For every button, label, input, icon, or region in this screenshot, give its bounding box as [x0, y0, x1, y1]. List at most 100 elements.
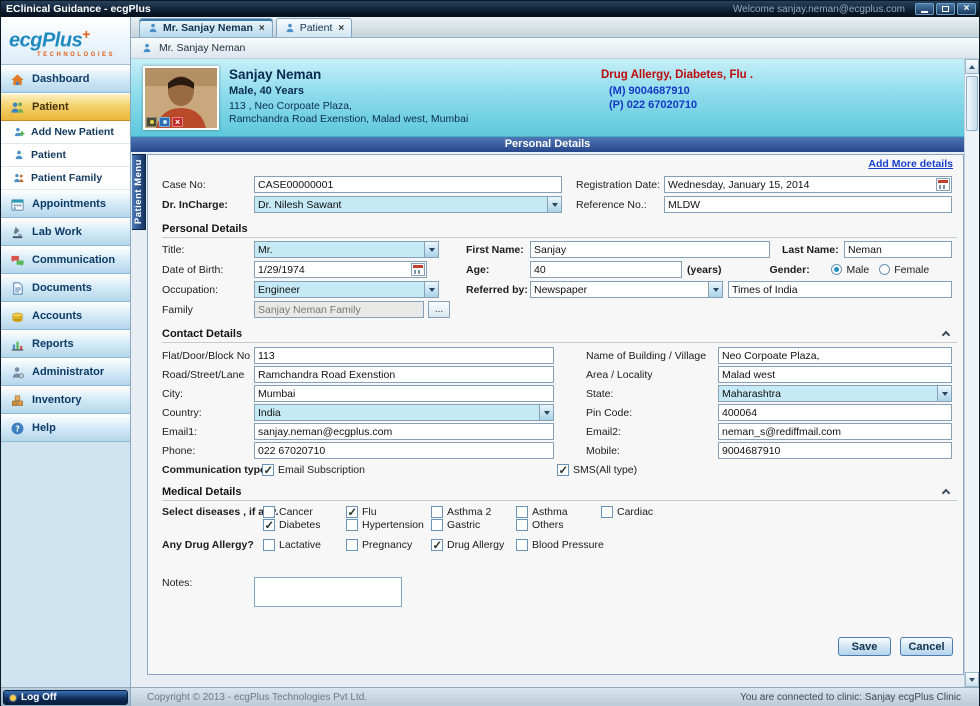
registration-date-input[interactable]: Wednesday, January 15, 2014: [664, 176, 952, 193]
first-name-input[interactable]: Sanjay: [530, 241, 770, 258]
dob-input[interactable]: 1/29/1974: [254, 261, 427, 278]
photo-delete-icon[interactable]: [172, 117, 183, 127]
vertical-scrollbar[interactable]: [964, 59, 979, 687]
chevron-down-icon[interactable]: [424, 242, 438, 257]
save-button[interactable]: Save: [838, 637, 891, 656]
mobile-input[interactable]: 9004687910: [718, 442, 952, 459]
close-button[interactable]: ×: [957, 3, 976, 15]
family-input[interactable]: Sanjay Neman Family: [254, 301, 424, 318]
sidebar-item-appointments[interactable]: Appointments: [1, 190, 130, 218]
case-no-input[interactable]: CASE00000001: [254, 176, 562, 193]
sidebar-item-label: Lab Work: [32, 226, 82, 238]
state-select[interactable]: Maharashtra: [718, 385, 952, 402]
referral-source-input[interactable]: Times of India: [728, 281, 952, 298]
mobile-value: 9004687910: [722, 445, 780, 457]
sidebar-item-inventory[interactable]: Inventory: [1, 386, 130, 414]
collapse-chevron-icon[interactable]: [942, 489, 950, 497]
checkbox-label: Cardiac: [617, 506, 653, 518]
sidebar-item-dashboard[interactable]: Dashboard: [1, 65, 130, 93]
checkbox-blood-pressure[interactable]: Blood Pressure: [516, 539, 604, 551]
sidebar-item-accounts[interactable]: Accounts: [1, 302, 130, 330]
sms-label: SMS(All type): [573, 464, 637, 476]
checkbox-drug-allergy[interactable]: Drug Allergy: [431, 539, 516, 551]
add-more-details-link[interactable]: Add More details: [868, 158, 953, 170]
checkbox-cancer[interactable]: Cancer: [263, 506, 346, 518]
sidebar-item-patient-family[interactable]: Patient Family: [1, 167, 130, 190]
sidebar-item-documents[interactable]: Documents: [1, 274, 130, 302]
checkbox-label: Pregnancy: [362, 539, 412, 551]
dr-incharge-select[interactable]: Dr. Nilesh Sawant: [254, 196, 562, 213]
area-input[interactable]: Malad west: [718, 366, 952, 383]
checkbox-icon: [262, 464, 274, 476]
patient-photo[interactable]: [143, 66, 219, 130]
phone-input[interactable]: 022 67020710: [254, 442, 554, 459]
diseases-label: Select diseases , if any.: [162, 506, 263, 518]
tab-close-icon[interactable]: ×: [338, 23, 344, 34]
sms-checkbox[interactable]: SMS(All type): [557, 464, 637, 476]
family-browse-button[interactable]: ...: [428, 301, 450, 318]
sidebar-item-add-new-patient[interactable]: Add New Patient: [1, 121, 130, 144]
last-name-input[interactable]: Neman: [844, 241, 952, 258]
email-subscription-checkbox[interactable]: Email Subscription: [262, 464, 365, 476]
city-input[interactable]: Mumbai: [254, 385, 554, 402]
country-select[interactable]: India: [254, 404, 554, 421]
chevron-down-icon[interactable]: [708, 282, 722, 297]
calendar-icon[interactable]: [936, 178, 950, 191]
gender-female-radio[interactable]: Female: [879, 264, 929, 276]
log-off-button[interactable]: Log Off: [3, 690, 128, 705]
mobile-label: Mobile:: [586, 445, 718, 457]
road-input[interactable]: Ramchandra Road Exenstion: [254, 366, 554, 383]
tab-close-icon[interactable]: ×: [259, 23, 265, 34]
building-label: Name of Building / Village: [586, 350, 718, 362]
checkbox-diabetes[interactable]: Diabetes: [263, 519, 346, 531]
sidebar-item-lab-work[interactable]: Lab Work: [1, 218, 130, 246]
sidebar-item-administrator[interactable]: Administrator: [1, 358, 130, 386]
sidebar-item-patient[interactable]: Patient: [1, 93, 130, 121]
checkbox-others[interactable]: Others: [516, 519, 601, 531]
notes-textarea[interactable]: [254, 577, 402, 607]
photo-capture-icon[interactable]: [146, 117, 157, 127]
reference-no-input[interactable]: MLDW: [664, 196, 952, 213]
tab-mr-sanjay-neman[interactable]: Mr. Sanjay Neman ×: [139, 18, 273, 37]
occupation-select[interactable]: Engineer: [254, 281, 439, 298]
breadcrumb: Mr. Sanjay Neman: [131, 38, 979, 59]
minimize-button[interactable]: [915, 3, 934, 15]
checkbox-gastric[interactable]: Gastric: [431, 519, 516, 531]
checkbox-flu[interactable]: Flu: [346, 506, 431, 518]
checkbox-label: Gastric: [447, 519, 480, 531]
checkbox-pregnancy[interactable]: Pregnancy: [346, 539, 431, 551]
chevron-down-icon[interactable]: [937, 386, 951, 401]
sidebar-item-help[interactable]: ? Help: [1, 414, 130, 442]
calendar-icon[interactable]: [411, 263, 425, 276]
scroll-up-icon[interactable]: [965, 59, 979, 74]
email2-input[interactable]: neman_s@rediffmail.com: [718, 423, 952, 440]
tab-patient[interactable]: Patient ×: [276, 18, 353, 37]
checkbox-hypertension[interactable]: Hypertension: [346, 519, 431, 531]
chevron-down-icon[interactable]: [539, 405, 553, 420]
title-select[interactable]: Mr.: [254, 241, 439, 258]
road-value: Ramchandra Road Exenstion: [258, 369, 395, 381]
scrollbar-thumb[interactable]: [966, 76, 978, 131]
referred-by-select[interactable]: Newspaper: [530, 281, 723, 298]
age-input[interactable]: 40: [530, 261, 682, 278]
flat-no-input[interactable]: 113: [254, 347, 554, 364]
checkbox-lactative[interactable]: Lactative: [263, 539, 346, 551]
chevron-down-icon[interactable]: [424, 282, 438, 297]
collapse-chevron-icon[interactable]: [942, 331, 950, 339]
cancel-button[interactable]: Cancel: [900, 637, 953, 656]
checkbox-asthma[interactable]: Asthma: [516, 506, 601, 518]
scroll-down-icon[interactable]: [965, 672, 979, 687]
chevron-down-icon[interactable]: [547, 197, 561, 212]
pin-code-input[interactable]: 400064: [718, 404, 952, 421]
email1-input[interactable]: sanjay.neman@ecgplus.com: [254, 423, 554, 440]
maximize-button[interactable]: [936, 3, 955, 15]
building-input[interactable]: Neo Corpoate Plaza,: [718, 347, 952, 364]
sidebar-item-communication[interactable]: Communication: [1, 246, 130, 274]
sidebar-item-reports[interactable]: Reports: [1, 330, 130, 358]
gender-male-radio[interactable]: Male: [831, 264, 869, 276]
patient-menu-tab[interactable]: Patient Menu: [132, 154, 146, 230]
sidebar-item-patient-sub[interactable]: Patient: [1, 144, 130, 167]
photo-upload-icon[interactable]: [159, 117, 170, 127]
checkbox-asthma2[interactable]: Asthma 2: [431, 506, 516, 518]
checkbox-cardiac[interactable]: Cardiac: [601, 506, 653, 518]
